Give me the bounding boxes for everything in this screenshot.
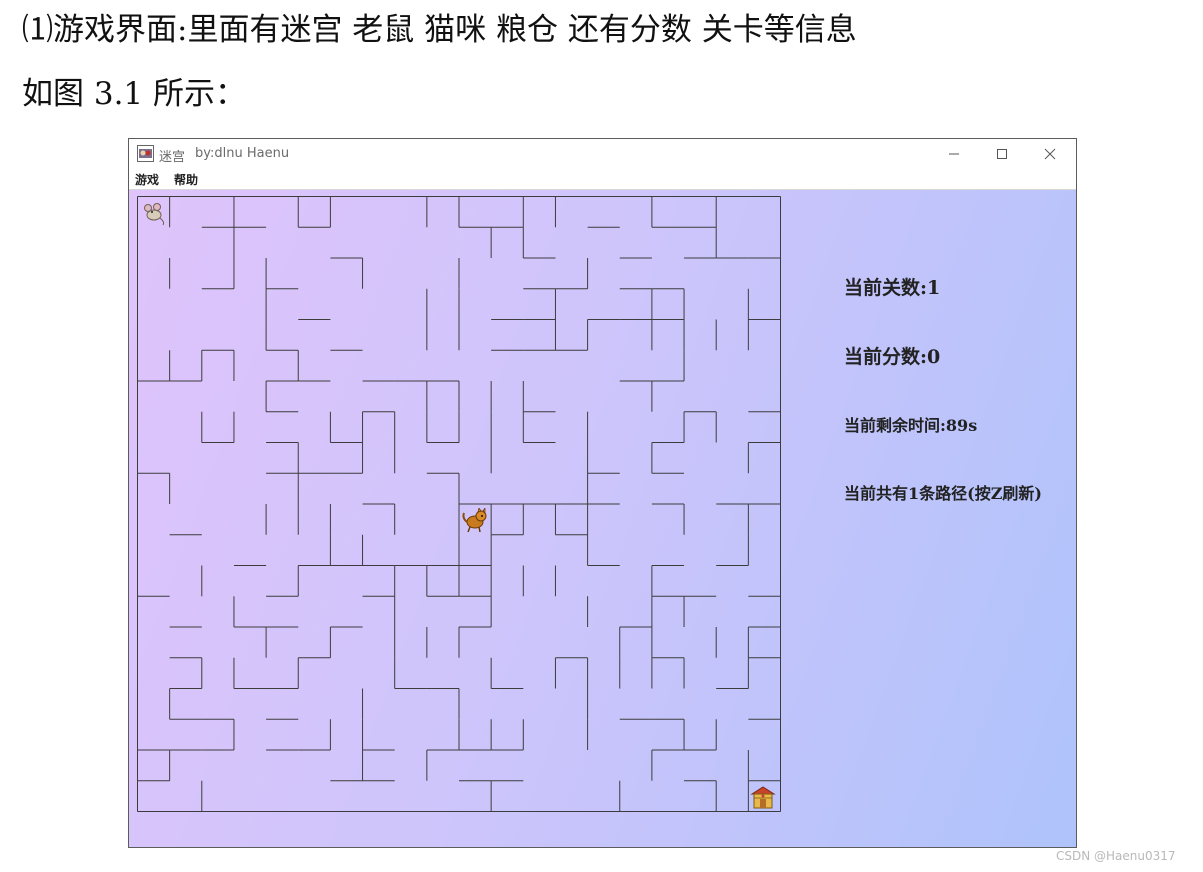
title-bar[interactable]: 迷宫 by:dlnu Haenu xyxy=(129,139,1076,169)
time-value: 89s xyxy=(945,416,978,435)
mouse-sprite xyxy=(144,203,165,226)
level-label: 当前关数: xyxy=(844,277,928,299)
path-count-display: 当前共有1条路径(按Z刷新) xyxy=(844,484,1042,503)
score-value: 0 xyxy=(927,346,941,368)
app-icon xyxy=(137,145,154,162)
menu-game[interactable]: 游戏 xyxy=(135,171,159,188)
time-display: 当前剩余时间:89s xyxy=(844,412,977,436)
close-icon xyxy=(1044,148,1056,160)
minimize-icon xyxy=(949,153,959,155)
maximize-button[interactable] xyxy=(979,141,1025,167)
window-author: by:dlnu Haenu xyxy=(195,146,290,161)
time-label: 当前剩余时间: xyxy=(844,416,946,435)
minimize-button[interactable] xyxy=(931,141,977,167)
figure-reference: 如图 3.1 所示： xyxy=(22,76,247,112)
menu-help[interactable]: 帮助 xyxy=(174,171,198,188)
menu-bar: 游戏 帮助 xyxy=(129,169,1076,190)
score-display: 当前分数:0 xyxy=(844,342,940,369)
maze-board xyxy=(137,196,781,812)
document-heading: ⑴游戏界面:里面有迷宫 老鼠 猫咪 粮仓 还有分数 关卡等信息 xyxy=(22,12,857,48)
level-value: 1 xyxy=(927,277,941,299)
score-label: 当前分数: xyxy=(844,346,928,368)
window-title: 迷宫 xyxy=(159,150,186,165)
close-button[interactable] xyxy=(1027,141,1073,167)
granary-sprite xyxy=(750,786,776,809)
level-display: 当前关数:1 xyxy=(844,273,940,300)
cat-sprite xyxy=(462,508,487,533)
watermark: CSDN @Haenu0317 xyxy=(1056,849,1176,863)
game-window: 迷宫 by:dlnu Haenu 游戏 帮助 当前关数:1 当前分数:0 当前剩… xyxy=(128,138,1077,848)
maximize-icon xyxy=(997,149,1007,159)
